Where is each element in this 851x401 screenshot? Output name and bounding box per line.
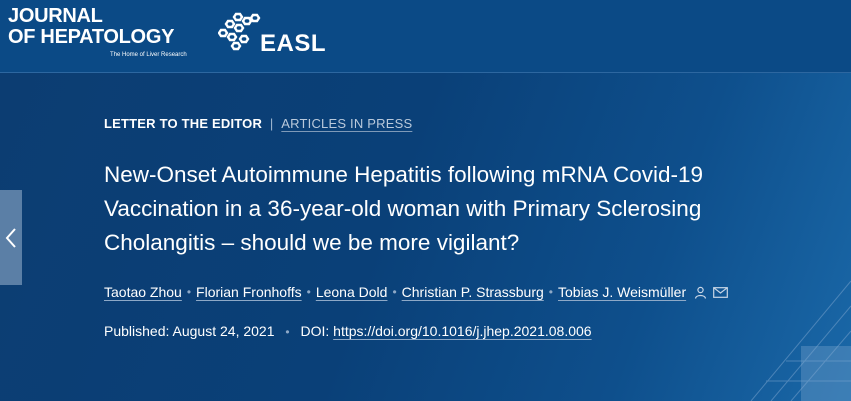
doi-link[interactable]: https://doi.org/10.1016/j.jhep.2021.08.0… <box>333 323 591 339</box>
corresponding-author-icons <box>694 286 729 299</box>
journal-tagline: The Home of Liver Research <box>110 52 187 58</box>
published-date: August 24, 2021 <box>172 323 275 339</box>
author-link[interactable]: Tobias J. Weismüller <box>558 284 686 300</box>
author-separator: • <box>186 285 192 299</box>
published-label: Published: <box>104 323 170 339</box>
author-link[interactable]: Christian P. Strassburg <box>402 284 544 300</box>
article-title: New-Onset Autoimmune Hepatitis following… <box>104 162 703 255</box>
easl-logo-icon[interactable] <box>217 12 262 57</box>
type-separator: | <box>269 116 274 131</box>
person-icon[interactable] <box>694 286 707 299</box>
chevron-left-icon <box>5 227 16 248</box>
author-separator: • <box>306 285 311 299</box>
article-type-line: LETTER TO THE EDITOR | ARTICLES IN PRESS <box>104 116 412 131</box>
easl-wordmark: EASL <box>260 30 327 57</box>
author-separator: • <box>392 285 397 299</box>
journal-name-line1: JOURNAL <box>8 5 103 27</box>
meta-separator: • <box>285 325 290 339</box>
journal-logo[interactable]: JOURNAL OF HEPATOLOGY <box>8 6 174 48</box>
author-separator: • <box>548 285 553 299</box>
decorative-pattern <box>750 280 851 401</box>
author-link[interactable]: Taotao Zhou <box>104 284 182 300</box>
site-header: JOURNAL OF HEPATOLOGY The Home of Liver … <box>0 0 851 73</box>
journal-name-line2: OF HEPATOLOGY <box>8 26 175 48</box>
envelope-icon[interactable] <box>713 286 729 298</box>
author-list: Taotao Zhou • Florian Fronhoffs • Leona … <box>104 284 729 300</box>
article-type-label: LETTER TO THE EDITOR <box>104 116 263 131</box>
author-link[interactable]: Leona Dold <box>316 284 388 300</box>
author-link[interactable]: Florian Fronhoffs <box>196 284 302 300</box>
back-button[interactable] <box>0 190 22 285</box>
doi-label: DOI: <box>300 323 330 339</box>
publication-meta: Published: August 24, 2021 • DOI: https:… <box>104 323 592 339</box>
articles-in-press-link[interactable]: ARTICLES IN PRESS <box>281 116 412 131</box>
